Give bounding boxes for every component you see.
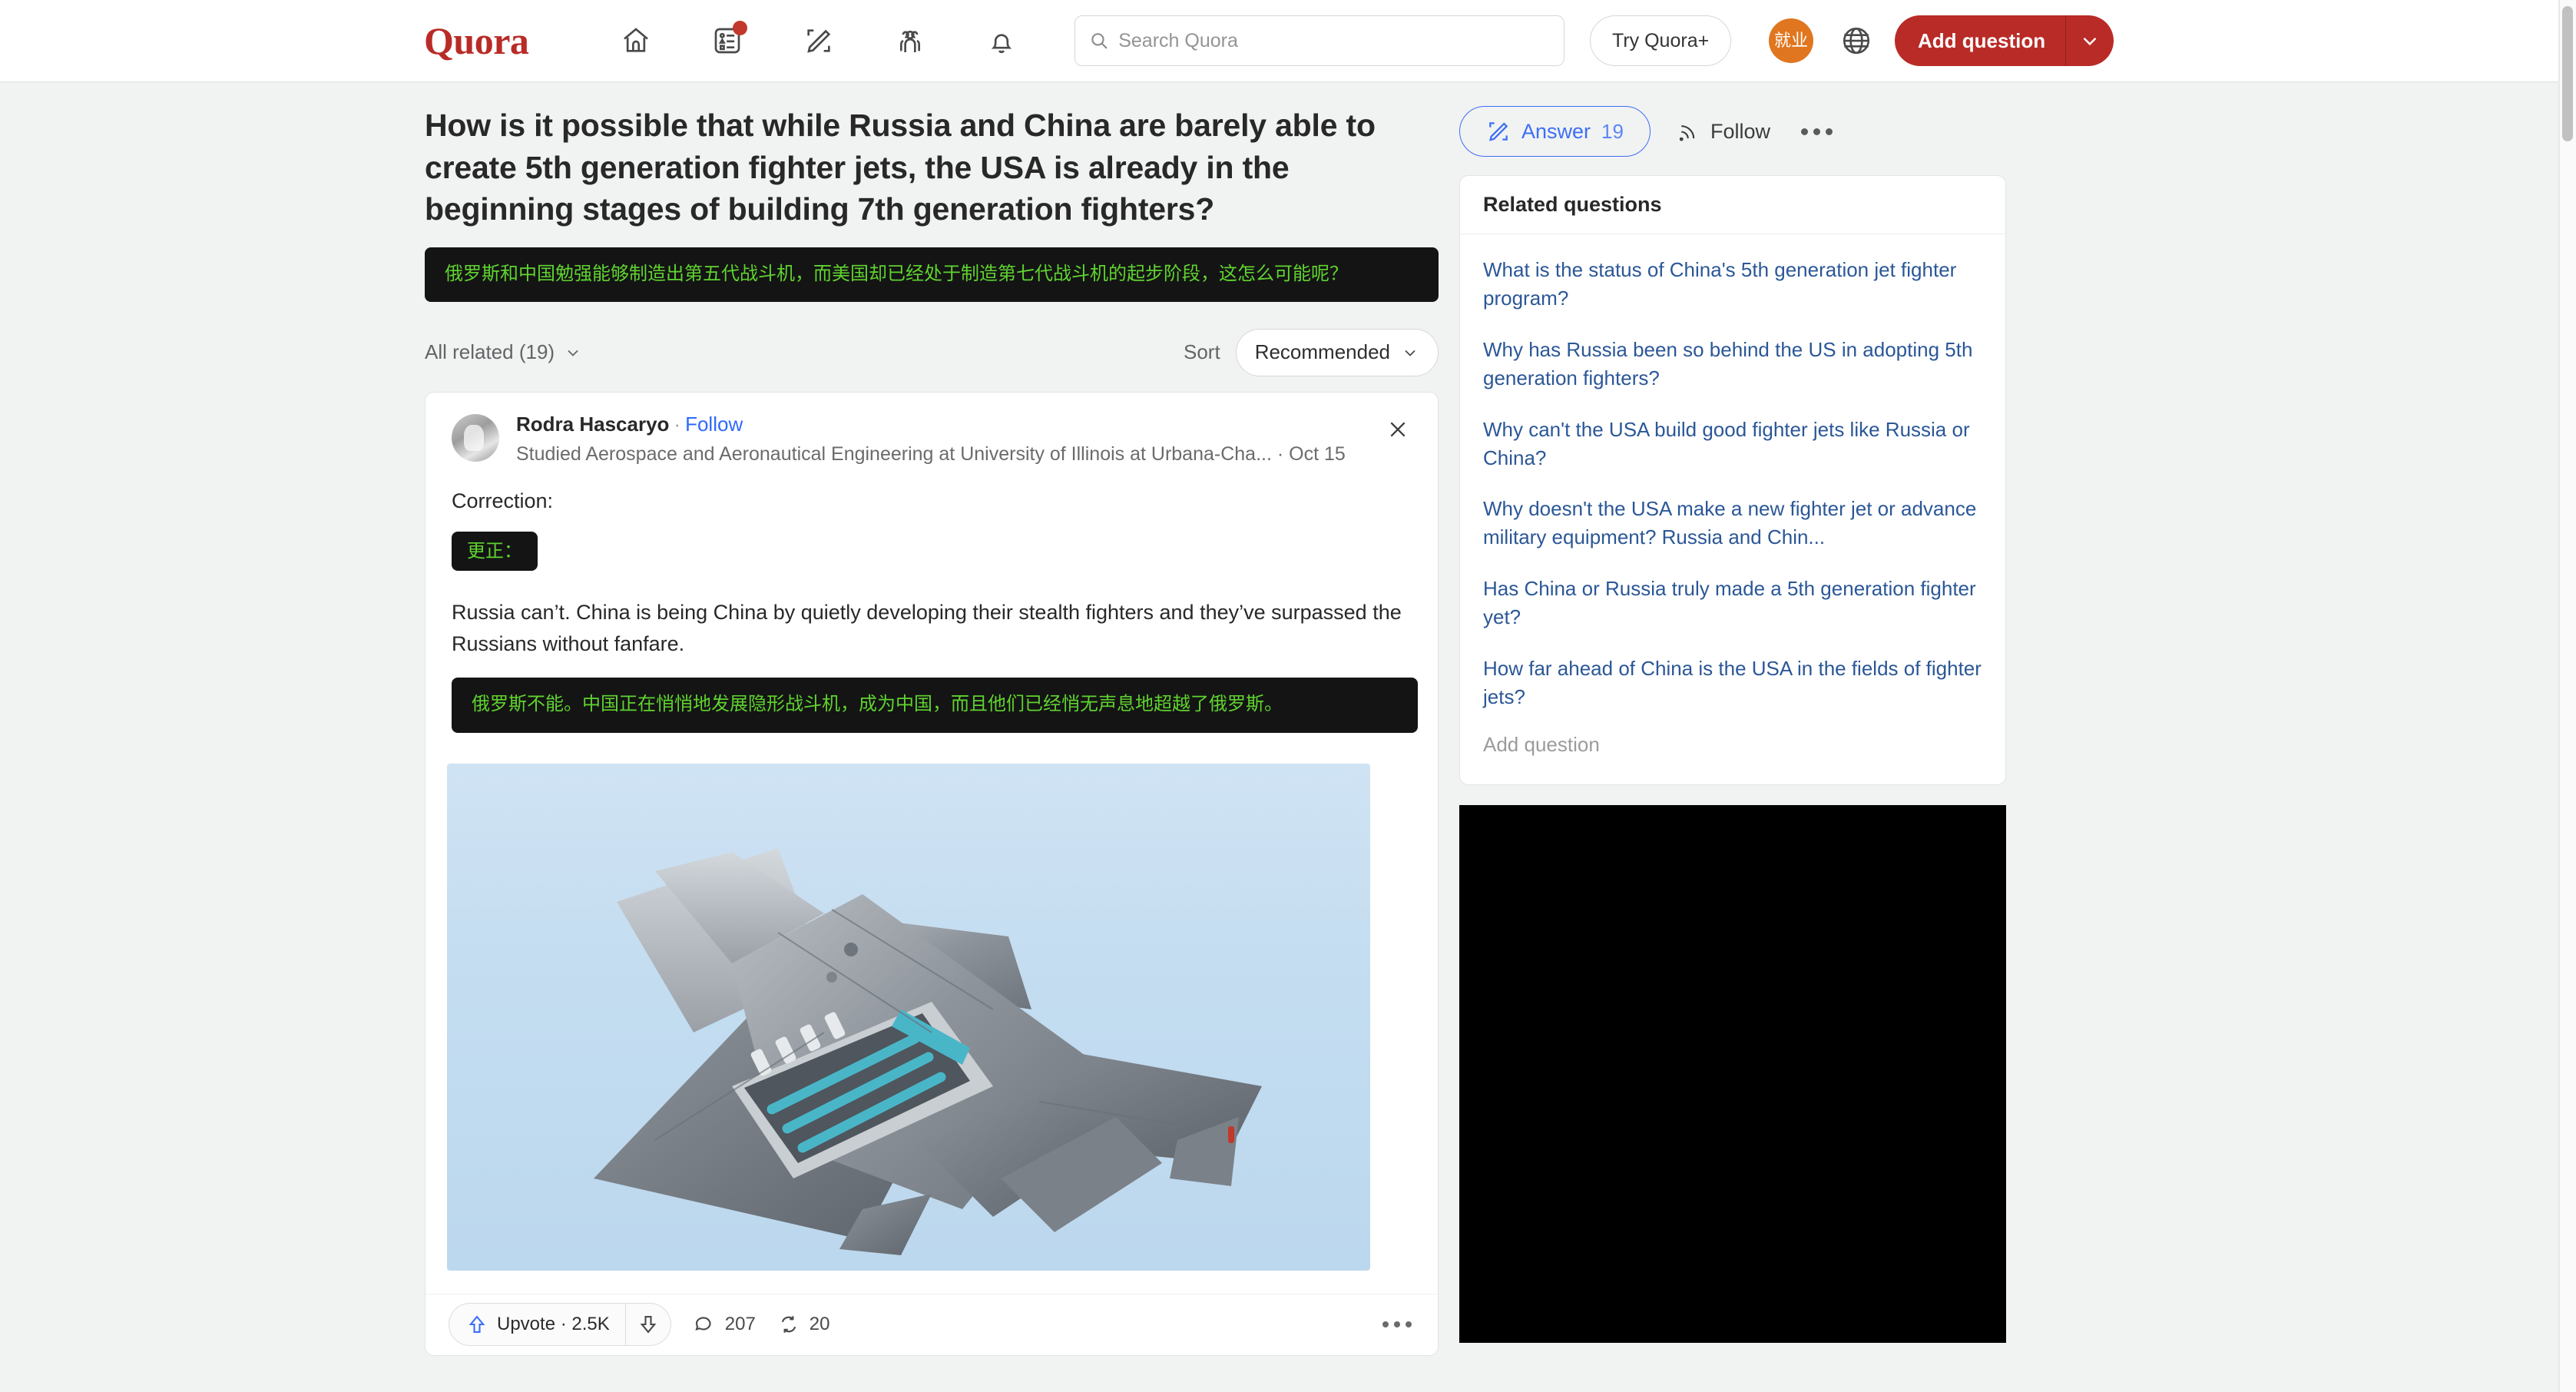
follow-question-button[interactable]: Follow	[1670, 120, 1776, 144]
related-question-item[interactable]: How far ahead of China is the USA in the…	[1483, 644, 1982, 724]
try-quora-plus-button[interactable]: Try Quora+	[1590, 15, 1732, 66]
notifications-icon[interactable]	[980, 19, 1023, 62]
question-translation-overlay: 俄罗斯和中国勉强能够制造出第五代战斗机，而美国却已经处于制造第七代战斗机的起步阶…	[425, 247, 1439, 302]
related-question-item[interactable]: Has China or Russia truly made a 5th gen…	[1483, 564, 1982, 644]
all-related-filter[interactable]: All related (19)	[425, 340, 582, 364]
related-questions-card: Related questions What is the status of …	[1459, 175, 2006, 785]
author-separator: ·	[674, 412, 681, 436]
all-related-label: All related (19)	[425, 340, 555, 364]
rss-follow-icon	[1679, 125, 1695, 141]
page-title: How is it possible that while Russia and…	[425, 108, 1376, 227]
answer-image[interactable]	[447, 763, 1370, 1271]
add-question-button[interactable]: Add question	[1895, 15, 2114, 66]
sort-value: Recommended	[1254, 340, 1390, 364]
sort-dropdown[interactable]: Recommended	[1235, 328, 1439, 376]
add-question-link[interactable]: Add question	[1483, 724, 1982, 777]
answer-action-bar: Upvote · 2.5K 207 20	[425, 1293, 1438, 1355]
page-scrollbar[interactable]	[2559, 0, 2576, 1392]
sort-group: Sort Recommended	[1184, 328, 1439, 376]
answer-body: Correction: 更正： Russia can’t. China is b…	[425, 486, 1438, 733]
author-line: Rodra Hascaryo · Follow	[516, 413, 1346, 436]
related-question-item[interactable]: What is the status of China's 5th genera…	[1483, 245, 1982, 325]
search-icon	[1091, 33, 1108, 49]
avatar-label: 就业	[1773, 31, 1808, 50]
sort-label: Sort	[1184, 340, 1220, 364]
chevron-down-icon	[1405, 350, 1415, 356]
profile-avatar[interactable]: 就业	[1769, 18, 1813, 63]
search-input[interactable]	[1118, 29, 1550, 52]
answer-button[interactable]: Answer 19	[1459, 106, 1651, 157]
answer-icon[interactable]	[797, 19, 840, 62]
chevron-down-icon	[568, 350, 578, 356]
spaces-icon[interactable]	[889, 19, 932, 62]
answer-author-header: Rodra Hascaryo · Follow Studied Aerospace …	[425, 413, 1438, 466]
author-name[interactable]: Rodra Hascaryo	[516, 413, 669, 436]
author-avatar[interactable]	[452, 413, 499, 462]
main-column: How is it possible that while Russia and…	[425, 104, 1439, 1356]
globe-icon[interactable]	[1834, 18, 1879, 63]
top-navigation-bar: Quora Search Quora Try Quora+ 就业 Add que…	[0, 0, 2559, 82]
related-question-item[interactable]: Why has Russia been so behind the US in …	[1483, 325, 1982, 405]
answers-filter-bar: All related (19) Sort Recommended	[425, 327, 1439, 378]
more-options-icon[interactable]	[1800, 128, 1833, 135]
date-separator: ·	[1276, 442, 1284, 465]
comment-count: 207	[724, 1314, 756, 1335]
search-bar[interactable]	[1074, 15, 1564, 66]
notification-badge-dot	[733, 21, 747, 35]
author-info: Rodra Hascaryo · Follow Studied Aerospace …	[516, 413, 1346, 466]
answer-icon	[1489, 122, 1508, 141]
answer-date: Oct 15	[1289, 442, 1346, 465]
answer-paragraph-1: Correction:	[452, 489, 554, 512]
downvote-button[interactable]	[626, 1303, 670, 1346]
following-icon[interactable]	[706, 19, 749, 62]
ad-placeholder	[1459, 804, 2006, 1343]
answer-paragraph-2: Russia can’t. China is being China by qu…	[452, 601, 1402, 655]
comments-button[interactable]: 207	[693, 1313, 756, 1336]
related-questions-list: What is the status of China's 5th genera…	[1460, 234, 2005, 784]
add-question-label: Add question	[1918, 28, 2046, 52]
chevron-down-icon[interactable]	[2066, 15, 2114, 66]
comment-icon	[695, 1317, 711, 1331]
quora-logo[interactable]: Quora	[424, 18, 529, 63]
nav-icon-group	[614, 19, 1023, 62]
close-icon[interactable]	[1384, 416, 1412, 443]
upvote-control: Upvote · 2.5K	[449, 1303, 671, 1347]
author-follow-link[interactable]: Follow	[685, 413, 743, 436]
sidebar-actions: Answer 19 Follow	[1459, 104, 2006, 158]
repost-icon	[781, 1316, 796, 1333]
page-content: How is it possible that while Russia and…	[0, 82, 2559, 1392]
answer-card: Rodra Hascaryo · Follow Studied Aerospace …	[425, 391, 1439, 1356]
share-count: 20	[809, 1314, 830, 1335]
related-question-item[interactable]: Why doesn't the USA make a new fighter j…	[1483, 484, 1982, 564]
related-questions-title: Related questions	[1460, 176, 2005, 234]
answer-translation-overlay: 俄罗斯不能。中国正在悄悄地发展隐形战斗机，成为中国，而且他们已经悄无声息地超越了…	[452, 678, 1418, 733]
upvote-icon	[469, 1315, 485, 1334]
upvote-button[interactable]: Upvote · 2.5K	[449, 1303, 625, 1346]
author-credential: Studied Aerospace and Aeronautical Engin…	[516, 443, 1346, 466]
credential-text: Studied Aerospace and Aeronautical Engin…	[516, 442, 1272, 465]
follow-button-label: Follow	[1710, 119, 1770, 143]
upvote-label: Upvote · 2.5K	[497, 1314, 610, 1335]
downvote-icon	[640, 1316, 657, 1334]
home-icon[interactable]	[614, 19, 657, 62]
answer-button-label: Answer	[1521, 119, 1591, 143]
answer-count: 19	[1601, 119, 1624, 143]
scrollbar-thumb[interactable]	[2562, 6, 2573, 141]
sidebar: Answer 19 Follow Related questions What …	[1459, 104, 2006, 1343]
more-options-icon[interactable]	[1382, 1321, 1412, 1328]
share-button[interactable]: 20	[777, 1313, 830, 1336]
correction-translation-overlay: 更正：	[452, 532, 538, 572]
related-question-item[interactable]: Why can't the USA build good fighter jet…	[1483, 405, 1982, 485]
